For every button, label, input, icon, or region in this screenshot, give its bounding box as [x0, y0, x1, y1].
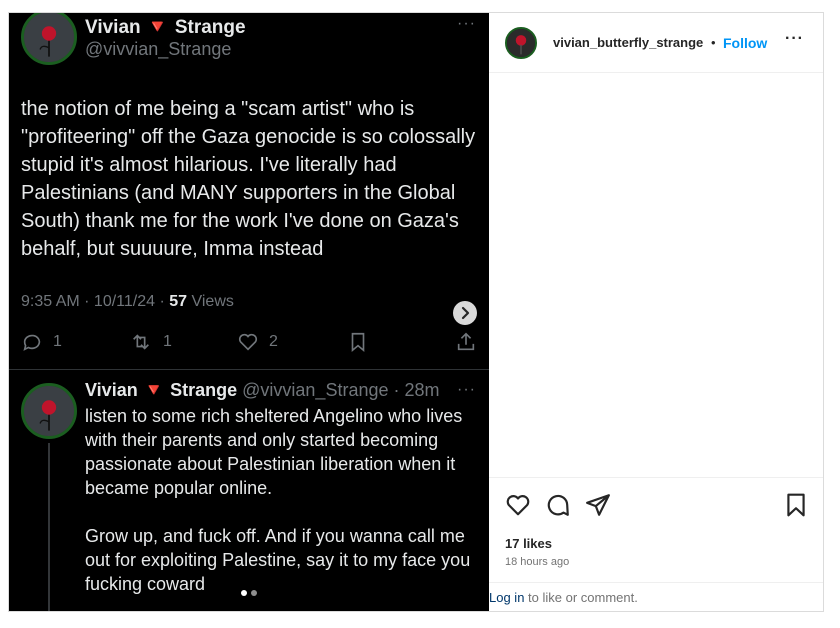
thread-line [48, 443, 50, 611]
tweet-repost-count: 1 [163, 333, 172, 350]
tweet-more-icon: ··· [457, 15, 476, 32]
tweet-time: 9:35 AM · 10/11/24 · [21, 293, 170, 310]
reply-avatar [21, 383, 77, 439]
rose-icon [24, 13, 74, 62]
post-time[interactable]: 18 hours ago [505, 556, 569, 568]
reply-paragraph-1: listen to some rich sheltered Angelino w… [85, 406, 463, 498]
reply-more-icon: ··· [457, 381, 476, 398]
instagram-post: Vivian 🔻 Strange @vivvian_Strange ··· th… [8, 12, 824, 612]
share-button[interactable] [585, 492, 611, 518]
tweet-reply-count: 1 [53, 333, 62, 350]
comment-icon [547, 494, 569, 516]
heart-icon [238, 333, 258, 351]
login-link[interactable]: Log in [489, 590, 524, 605]
post-footer: 17 likes 18 hours ago Log in to like or … [489, 477, 823, 611]
login-text: to like or comment. [524, 590, 638, 605]
chevron-right-icon [461, 306, 470, 320]
like-button[interactable] [505, 492, 531, 518]
reply-paragraph-2: Grow up, and fuck off. And if you wanna … [85, 526, 471, 594]
carousel-dot-2 [251, 590, 257, 596]
more-options-icon[interactable]: ··· [785, 30, 804, 48]
author-avatar[interactable] [505, 27, 537, 59]
tweet-timestamp: 9:35 AM · 10/11/24 · 57 Views [21, 293, 234, 311]
tweet-actions: 1 1 2 [21, 331, 481, 361]
login-prompt: Log in to like or comment. [489, 582, 823, 611]
post-side-panel: vivian_butterfly_strange • Follow ··· 17… [489, 13, 823, 611]
tweet-reply-action: 1 [21, 331, 62, 353]
comment-button[interactable] [545, 492, 571, 518]
rose-icon [24, 386, 74, 436]
tweet-like-count: 2 [269, 333, 278, 350]
tweet-views-count: 57 [169, 293, 188, 310]
tweet-divider [9, 369, 489, 370]
tweet-text: the notion of me being a "scam artist" w… [21, 98, 476, 260]
rose-icon [507, 29, 535, 57]
tweet-share-action [455, 331, 487, 353]
post-image[interactable]: Vivian 🔻 Strange @vivvian_Strange ··· th… [9, 13, 489, 611]
carousel-dot-1 [241, 590, 247, 596]
reply-handle-time: @vivvian_Strange · 28m [237, 380, 440, 400]
author-username[interactable]: vivian_butterfly_strange [553, 35, 703, 50]
carousel-next-button[interactable] [453, 301, 477, 325]
bookmark-icon [787, 493, 805, 517]
share-icon [586, 494, 610, 516]
tweet-author-handle[interactable]: @vivvian_Strange [85, 39, 231, 60]
tweet-views-label: Views [187, 293, 234, 310]
follow-button[interactable]: Follow [723, 35, 767, 51]
share-icon [457, 332, 475, 351]
tweet-avatar [21, 13, 77, 65]
carousel-indicator [241, 590, 257, 596]
reply-author-name[interactable]: Vivian 🔻 Strange [85, 380, 237, 400]
header-separator: • [711, 35, 716, 50]
save-button[interactable] [783, 492, 809, 518]
likes-count[interactable]: 17 likes [505, 536, 552, 551]
repost-icon [133, 334, 149, 350]
tweet-like-action: 2 [237, 331, 278, 353]
bookmark-icon [351, 332, 365, 353]
tweet-author-name[interactable]: Vivian 🔻 Strange [85, 15, 246, 39]
tweet-bookmark-action [347, 331, 379, 353]
tweet-repost-action: 1 [129, 331, 172, 353]
reply-header: Vivian 🔻 Strange @vivvian_Strange · 28m [85, 380, 440, 401]
heart-icon [506, 495, 530, 516]
post-header: vivian_butterfly_strange • Follow ··· [489, 13, 823, 73]
comment-icon [23, 334, 41, 351]
reply-text: listen to some rich sheltered Angelino w… [85, 404, 483, 611]
